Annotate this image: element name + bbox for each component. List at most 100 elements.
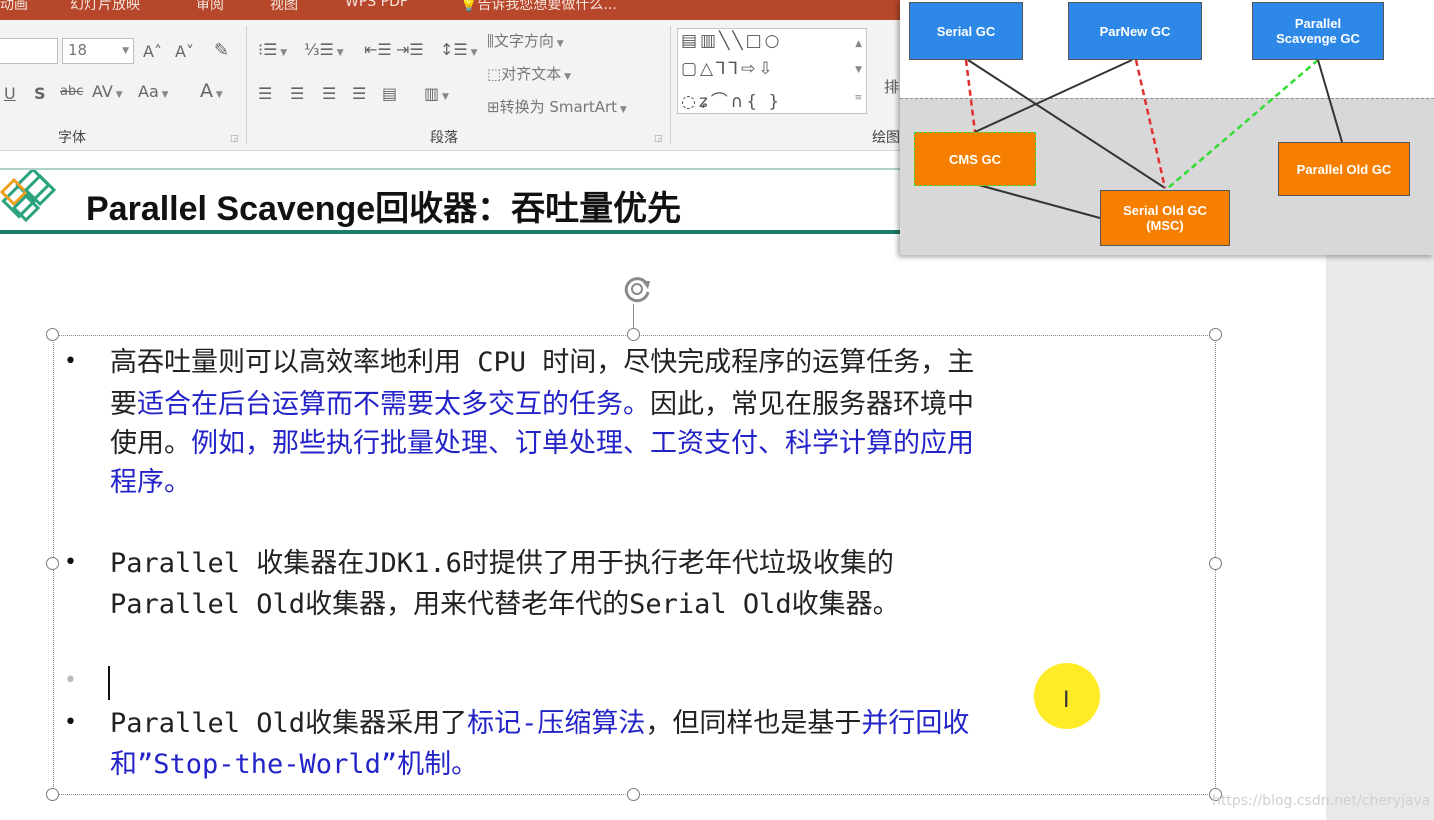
resize-handle-bottom-center[interactable] — [627, 788, 640, 801]
text-direction-icon: ⫼ — [487, 32, 494, 50]
paragraph-3-line-1[interactable]: Parallel Old收集器采用了标记-压缩算法，但同样也是基于并行回收 — [110, 704, 969, 744]
diamond-logo-icon — [0, 170, 57, 223]
clear-format-icon[interactable]: ✎ — [214, 40, 229, 61]
bullets-button[interactable]: ⁝☰ ▼ — [258, 40, 287, 59]
paragraph-1-line-1[interactable]: 高吞吐量则可以高效率地利用 CPU 时间，尽快完成程序的运算任务，主 — [110, 343, 974, 383]
gc-box-parallel-scavenge: Parallel Scavenge GC — [1252, 2, 1384, 60]
scavenge-parallelold-link — [1317, 59, 1343, 143]
character-spacing-button[interactable]: AV ▼ — [92, 82, 123, 101]
parnew-serialold-link — [1134, 59, 1167, 189]
numbering-button[interactable]: ⅓☰ ▼ — [304, 40, 344, 59]
distributed-button[interactable]: ▤ — [382, 84, 397, 103]
align-right-button[interactable]: ☰ — [322, 84, 336, 103]
shape-row-1-icons[interactable]: ▤▥╲╲□○ — [681, 31, 783, 51]
tab-wps-pdf[interactable]: WPS PDF — [345, 0, 408, 10]
align-text-icon: ⬚ — [487, 65, 502, 83]
resize-handle-top-right[interactable] — [1209, 328, 1222, 341]
smartart-label: 转换为 SmartArt — [499, 98, 618, 116]
smartart-icon: ⊞ — [487, 98, 500, 116]
columns-button[interactable]: ▥ ▼ — [424, 84, 449, 103]
shadow-button[interactable]: S — [34, 84, 46, 103]
grow-font-button[interactable]: A˄ — [143, 42, 162, 61]
shape-gallery[interactable]: ▤▥╲╲□○ ▢△⅂⅂⇨⇩ ◌ʑ⌒∩{ } ▲ ▼ ≡ — [677, 28, 867, 114]
slide-title[interactable]: Parallel Scavenge回收器：吞吐量优先 — [86, 181, 681, 230]
resize-handle-top-left[interactable] — [46, 328, 59, 341]
resize-handle-middle-right[interactable] — [1209, 557, 1222, 570]
rotate-handle-stem — [633, 304, 634, 330]
paragraph-1-line-3[interactable]: 使用。例如，那些执行批量处理、订单处理、工资支付、科学计算的应用 — [110, 424, 974, 464]
text-direction-button[interactable]: ⫼文字方向 ▼ — [487, 30, 564, 51]
gallery-more-icon[interactable]: ≡ — [854, 93, 862, 103]
tell-me-search[interactable]: 💡告诉我您想要做什么... — [460, 0, 617, 14]
text-run: 使用。 — [110, 428, 191, 459]
font-dialog-launcher-icon[interactable]: ◲ — [230, 134, 239, 144]
align-center-button[interactable]: ☰ — [290, 84, 304, 103]
align-left-button[interactable]: ☰ — [258, 84, 272, 103]
resize-handle-bottom-left[interactable] — [46, 788, 59, 801]
watermark: https://blog.csdn.net/cheryjava — [1212, 793, 1431, 809]
paragraph-3-line-2[interactable]: 和”Stop-the-World”机制。 — [110, 745, 478, 785]
gc-box-serial-old: Serial Old GC (MSC) — [1100, 190, 1230, 246]
text-caret — [108, 666, 110, 700]
align-text-button[interactable]: ⬚对齐文本 ▼ — [487, 63, 571, 84]
lightbulb-icon: 💡 — [460, 0, 478, 13]
arrange-button[interactable]: 排 — [884, 76, 899, 97]
text-direction-label: 文字方向 — [493, 32, 554, 50]
bullet-marker: • — [64, 710, 77, 735]
font-color-button[interactable]: A ▼ — [200, 80, 223, 102]
strikethrough-button[interactable]: abc — [60, 84, 83, 99]
shape-row-2-icons[interactable]: ▢△⅂⅂⇨⇩ — [681, 59, 776, 79]
paragraph-2-line-1[interactable]: Parallel 收集器在JDK1.6时提供了用于执行老年代垃圾收集的 — [110, 544, 894, 584]
character-spacing-label: AV — [92, 82, 113, 101]
increase-indent-button[interactable]: ⇥☰ — [396, 40, 424, 59]
bullet-marker-empty: • — [64, 668, 77, 693]
tab-animations[interactable]: 动画 — [0, 0, 28, 14]
ibeam-cursor-icon: Ⅰ — [1063, 688, 1070, 713]
paragraph-1-line-4[interactable]: 程序。 — [110, 463, 191, 503]
emphasis-run: 例如，那些执行批量处理、订单处理、工资支付、科学计算的应用 — [191, 428, 974, 459]
change-case-button[interactable]: Aa ▼ — [138, 82, 169, 101]
rotate-handle-icon[interactable] — [620, 272, 654, 306]
title-bottom-rule — [0, 230, 900, 234]
gc-box-serial: Serial GC — [909, 2, 1023, 60]
cms-serialold-link — [974, 183, 1101, 219]
text-run: ，但同样也是基于 — [645, 708, 862, 739]
tab-view[interactable]: 视图 — [270, 0, 298, 14]
shrink-font-button[interactable]: A˅ — [175, 42, 194, 61]
underline-button[interactable]: U — [4, 84, 16, 103]
align-text-label: 对齐文本 — [501, 65, 562, 83]
convert-smartart-button[interactable]: ⊞转换为 SmartArt ▼ — [487, 96, 627, 117]
emphasis-run: 并行回收 — [861, 708, 970, 739]
font-size-combo[interactable]: 18 ▼ — [62, 38, 134, 64]
decrease-indent-button[interactable]: ⇤☰ — [364, 40, 392, 59]
parnew-cms-link — [974, 59, 1133, 133]
gc-box-cms: CMS GC — [914, 132, 1036, 186]
change-case-label: Aa — [138, 82, 159, 101]
paragraph-1-line-2[interactable]: 要适合在后台运算而不需要太多交互的任务。因此，常见在服务器环境中 — [110, 385, 974, 425]
font-group-label: 字体 — [58, 130, 86, 146]
title-top-rule — [0, 168, 900, 170]
chevron-down-icon: ▼ — [122, 46, 129, 56]
gallery-up-icon[interactable]: ▲ — [855, 39, 862, 49]
tab-slideshow[interactable]: 幻灯片放映 — [70, 0, 140, 14]
line-spacing-button[interactable]: ↕☰ ▼ — [440, 40, 478, 59]
serial-cms-link — [964, 59, 977, 133]
tab-review[interactable]: 审阅 — [196, 0, 224, 14]
resize-handle-middle-left[interactable] — [46, 557, 59, 570]
paragraph-dialog-launcher-icon[interactable]: ◲ — [654, 134, 663, 144]
gc-diagram-panel: Serial GC ParNew GC Parallel Scavenge GC… — [900, 0, 1434, 255]
tell-me-label: 告诉我您想要做什么... — [477, 0, 617, 13]
paragraph-group-label: 段落 — [430, 130, 458, 146]
bullet-marker: • — [64, 349, 77, 374]
font-size-value: 18 — [68, 41, 88, 59]
resize-handle-top-center[interactable] — [627, 328, 640, 341]
text-run: Parallel Old收集器采用了 — [110, 708, 468, 739]
text-run: 因此，常见在服务器环境中 — [650, 389, 974, 420]
paragraph-2-line-2[interactable]: Parallel Old收集器，用来代替老年代的Serial Old收集器。 — [110, 585, 900, 625]
gallery-down-icon[interactable]: ▼ — [855, 65, 862, 75]
gc-box-parallel-old: Parallel Old GC — [1278, 142, 1410, 196]
font-color-label: A — [200, 80, 213, 102]
shape-row-3-icons[interactable]: ◌ʑ⌒∩{ } — [681, 87, 782, 112]
justify-button[interactable]: ☰ — [352, 84, 366, 103]
font-name-combo[interactable] — [0, 38, 58, 64]
